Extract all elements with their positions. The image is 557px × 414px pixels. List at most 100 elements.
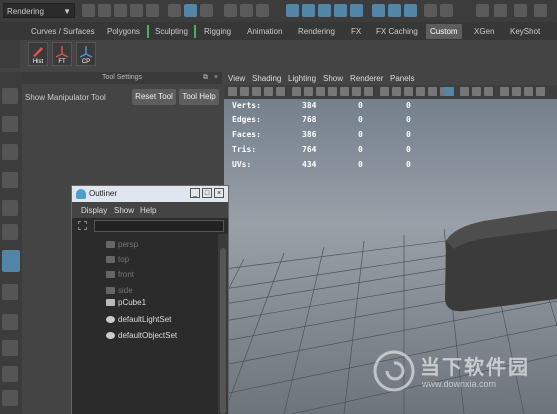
shelf-button-ft[interactable]: FT [52,42,72,66]
tab-curves-surfaces[interactable]: Curves / Surfaces [31,25,95,38]
lock-icon[interactable] [424,4,437,17]
field-chart-icon[interactable] [340,87,349,96]
search-input[interactable] [94,220,224,232]
shelf-options[interactable] [0,40,20,68]
tab-xgen[interactable]: XGen [474,25,494,38]
select-object-icon[interactable] [184,4,197,17]
2d-pan-icon[interactable] [276,87,285,96]
list-item[interactable]: front [106,269,134,281]
paint-select-tool-icon[interactable] [2,144,18,160]
rotate-tool-icon[interactable] [2,200,18,216]
render-settings-icon[interactable] [372,4,385,17]
menu-set-dropdown[interactable]: Rendering ▼ [3,3,75,18]
float-icon[interactable]: ⧉ [203,72,208,84]
move-tool-icon[interactable] [2,172,18,188]
tab-rendering[interactable]: Rendering [298,25,335,38]
xray-joints-icon[interactable] [472,87,481,96]
render-view-icon[interactable] [404,4,417,17]
tool-help-button[interactable]: Tool Help [179,89,219,105]
layout-two-icon[interactable] [2,340,18,356]
motion-blur-icon[interactable] [512,87,521,96]
outliner-title-bar[interactable]: Outliner _ □ × [72,186,228,202]
tab-polygons[interactable]: Polygons [107,25,140,38]
panel-icon-1[interactable] [476,4,489,17]
reset-tool-button[interactable]: Reset Tool [132,89,176,105]
show-manipulator-tool-icon[interactable] [2,250,20,272]
close-icon[interactable]: × [214,72,218,84]
shelf-button-cp[interactable]: CP [76,42,96,66]
layout-graph-icon[interactable] [2,390,18,406]
gate-mask-icon[interactable] [328,87,337,96]
antialiasing-icon[interactable] [524,87,533,96]
construction-history-icon[interactable] [318,4,331,17]
tab-animation[interactable]: Animation [247,25,283,38]
tab-fx-caching[interactable]: FX Caching [376,25,418,38]
ipr-render-icon[interactable] [350,4,363,17]
snap-point-icon[interactable] [256,4,269,17]
tab-sculpting[interactable]: Sculpting [147,25,188,38]
xray-icon[interactable] [460,87,469,96]
xray-components-icon[interactable] [484,87,493,96]
resolution-gate-icon[interactable] [316,87,325,96]
select-component-icon[interactable] [200,4,213,17]
snap-grid-icon[interactable] [224,4,237,17]
panel-icon-3[interactable] [514,4,527,17]
safe-action-icon[interactable] [352,87,361,96]
scrollbar[interactable] [218,234,228,414]
lights-icon[interactable] [428,87,437,96]
tab-custom[interactable]: Custom [426,24,462,39]
panel-icon-4[interactable] [534,4,547,17]
menu-help[interactable]: Help [140,206,156,215]
list-item[interactable]: pCube1 [106,297,146,309]
ambient-occlusion-icon[interactable] [500,87,509,96]
list-item[interactable]: top [106,254,129,266]
undo-icon[interactable] [130,4,143,17]
snap-surface-icon[interactable] [302,4,315,17]
wireframe-on-shaded-icon[interactable] [404,87,413,96]
film-gate-icon[interactable] [304,87,313,96]
list-item[interactable]: defaultLightSet [106,314,171,326]
menu-show[interactable]: Show [323,74,343,83]
close-icon[interactable]: × [214,188,224,198]
save-scene-icon[interactable] [114,4,127,17]
depth-of-field-icon[interactable] [536,87,545,96]
textured-icon[interactable] [416,87,425,96]
maximize-icon[interactable]: □ [202,188,212,198]
render-icon[interactable] [334,4,347,17]
isolate-select-icon[interactable] [444,87,454,96]
grid-icon[interactable] [292,87,301,96]
tab-rigging[interactable]: Rigging [194,25,231,38]
layout-single-icon[interactable] [2,284,18,300]
panel-icon-2[interactable] [494,4,507,17]
camera-icon[interactable] [228,87,237,96]
minimize-icon[interactable]: _ [190,188,200,198]
layout-four-icon[interactable] [2,314,18,330]
menu-shading[interactable]: Shading [252,74,281,83]
camera-attributes-icon[interactable] [240,87,249,96]
bookmark-icon[interactable] [252,87,261,96]
toggle-icon[interactable] [440,4,453,17]
select-hierarchy-icon[interactable] [168,4,181,17]
snap-view-icon[interactable] [286,4,299,17]
shelf-button-hist[interactable]: Hist [28,42,48,66]
menu-display[interactable]: Display [81,206,107,215]
menu-show[interactable]: Show [114,206,134,215]
snap-curve-icon[interactable] [240,4,253,17]
scrollbar-thumb[interactable] [220,248,226,414]
tab-keyshot[interactable]: KeyShot [510,25,540,38]
list-item[interactable]: defaultObjectSet [106,330,177,342]
layout-outliner-icon[interactable] [2,366,18,382]
redo-icon[interactable] [146,4,159,17]
wireframe-icon[interactable] [380,87,389,96]
image-plane-icon[interactable] [264,87,273,96]
scale-tool-icon[interactable] [2,224,18,240]
open-scene-icon[interactable] [98,4,111,17]
select-tool-icon[interactable] [2,88,18,104]
new-scene-icon[interactable] [82,4,95,17]
menu-view[interactable]: View [228,74,245,83]
menu-lighting[interactable]: Lighting [288,74,316,83]
hypershade-icon[interactable] [388,4,401,17]
safe-title-icon[interactable] [364,87,373,96]
menu-panels[interactable]: Panels [390,74,414,83]
tab-fx[interactable]: FX [351,25,361,38]
